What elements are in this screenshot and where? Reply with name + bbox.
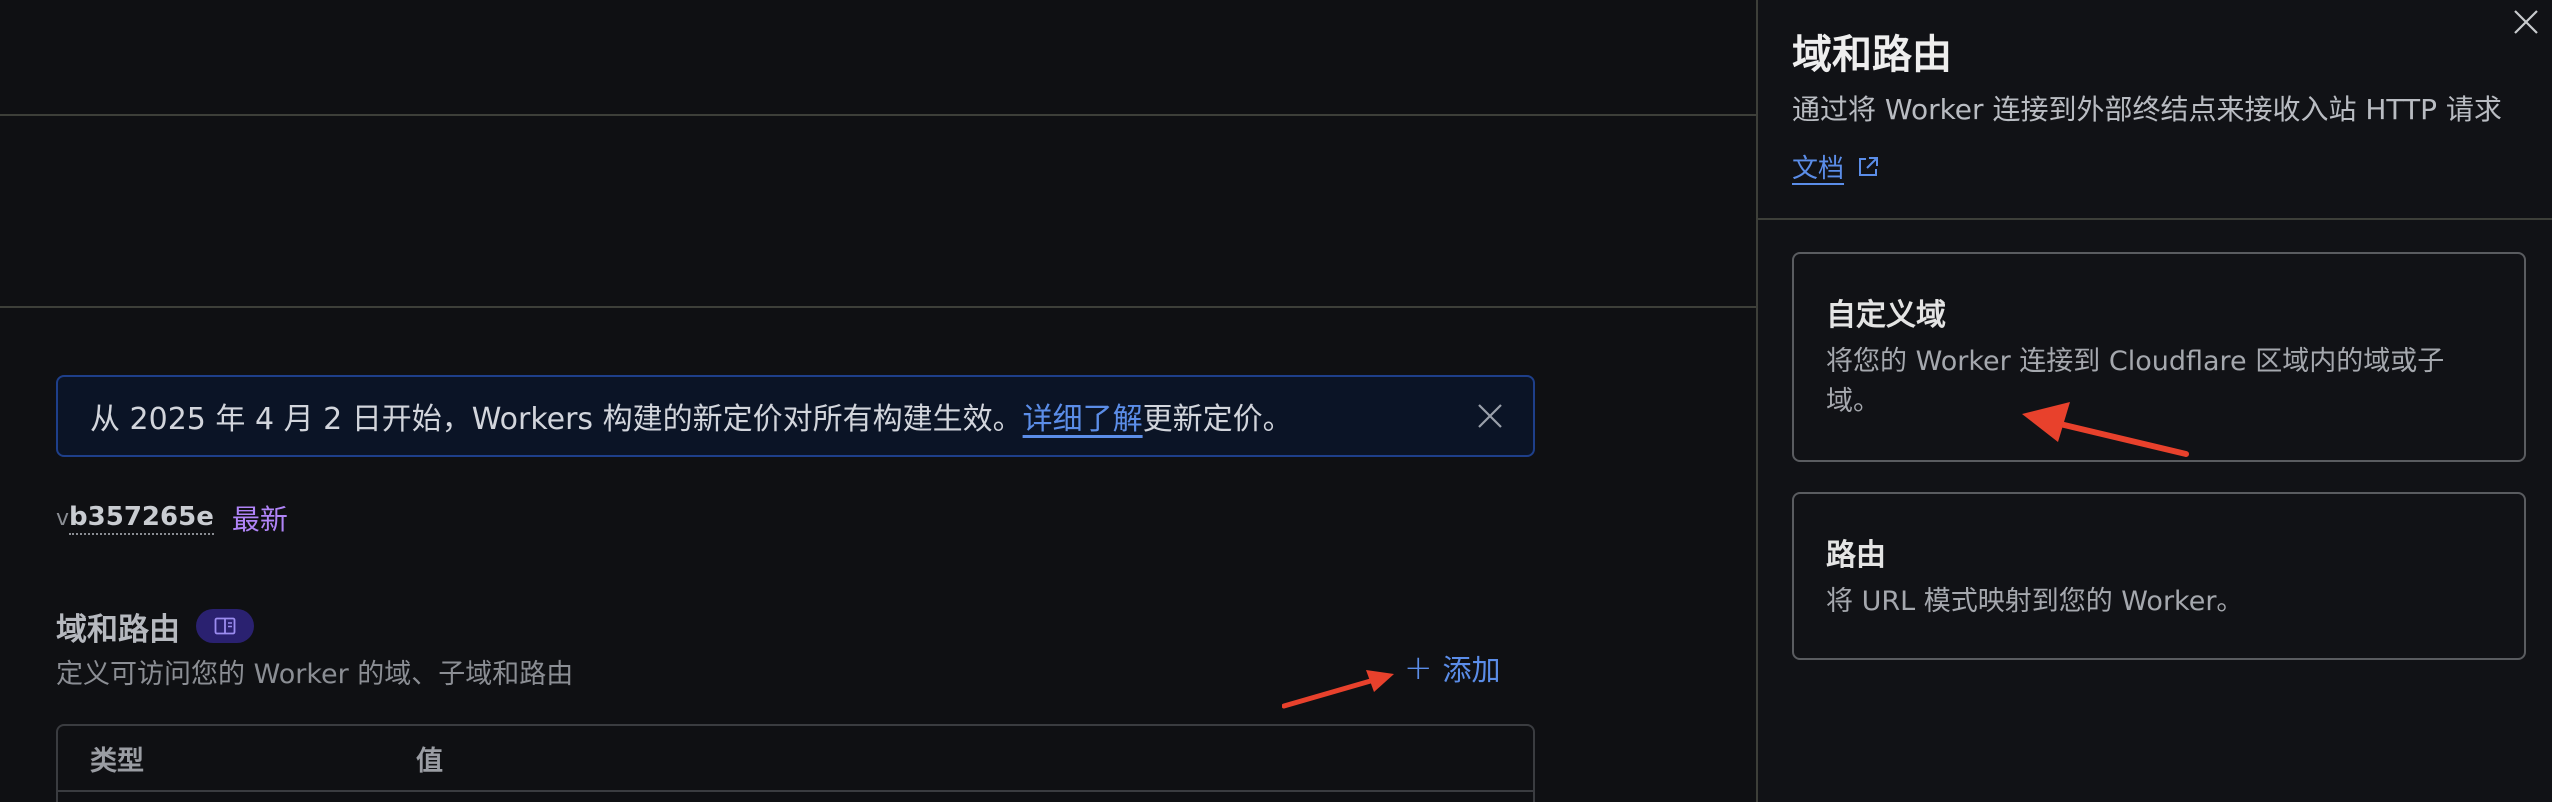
- external-link-icon: [1859, 156, 1879, 176]
- divider: [1758, 218, 2552, 220]
- version-info: v b357265e 最新: [56, 498, 288, 538]
- column-header-type: 类型: [90, 745, 144, 777]
- banner-text-end: 更新定价。: [1142, 402, 1293, 437]
- main-content: 从 2025 年 4 月 2 日开始，Workers 构建的新定价对所有构建生效…: [0, 0, 1756, 802]
- section-title: 域和路由: [56, 604, 254, 648]
- drawer-title: 域和路由: [1792, 32, 1952, 78]
- drawer-subtitle: 通过将 Worker 连接到外部终结点来接收入站 HTTP 请求: [1792, 93, 2502, 126]
- add-button[interactable]: + 添加: [1404, 648, 1501, 688]
- banner-text: 从 2025 年 4 月 2 日开始，Workers 构建的新定价对所有构建生效…: [90, 402, 1023, 437]
- docs-link-label: 文档: [1792, 154, 1845, 184]
- option-title: 自定义域: [1826, 298, 1946, 333]
- close-icon[interactable]: [2510, 6, 2542, 38]
- plus-icon: +: [1404, 648, 1433, 688]
- page: 从 2025 年 4 月 2 日开始，Workers 构建的新定价对所有构建生效…: [0, 0, 2552, 802]
- docs-link[interactable]: 文档: [1792, 148, 1880, 185]
- pricing-notice-banner: 从 2025 年 4 月 2 日开始，Workers 构建的新定价对所有构建生效…: [56, 375, 1535, 457]
- option-title: 路由: [1826, 538, 1886, 573]
- divider: [0, 306, 1756, 308]
- version-hash[interactable]: b357265e: [69, 502, 214, 535]
- annotation-arrow: [1282, 670, 1394, 709]
- table-header: 类型 值: [58, 726, 1533, 792]
- divider: [0, 114, 1756, 116]
- learn-more-link[interactable]: 详细了解: [1023, 394, 1143, 438]
- domains-table: 类型 值: [56, 724, 1535, 802]
- section-description: 定义可访问您的 Worker 的域、子域和路由: [56, 659, 574, 690]
- add-button-label: 添加: [1442, 653, 1501, 687]
- option-description: 将 URL 模式映射到您的 Worker。: [1826, 586, 2244, 617]
- book-icon[interactable]: [196, 609, 254, 643]
- annotation-arrow: [2022, 402, 2189, 457]
- route-option[interactable]: 路由 将 URL 模式映射到您的 Worker。: [1792, 492, 2526, 660]
- version-prefix: v: [56, 505, 70, 531]
- latest-badge: 最新: [231, 503, 288, 536]
- section-title-text: 域和路由: [56, 611, 180, 648]
- close-icon[interactable]: [1475, 401, 1505, 431]
- column-header-value: 值: [416, 745, 443, 777]
